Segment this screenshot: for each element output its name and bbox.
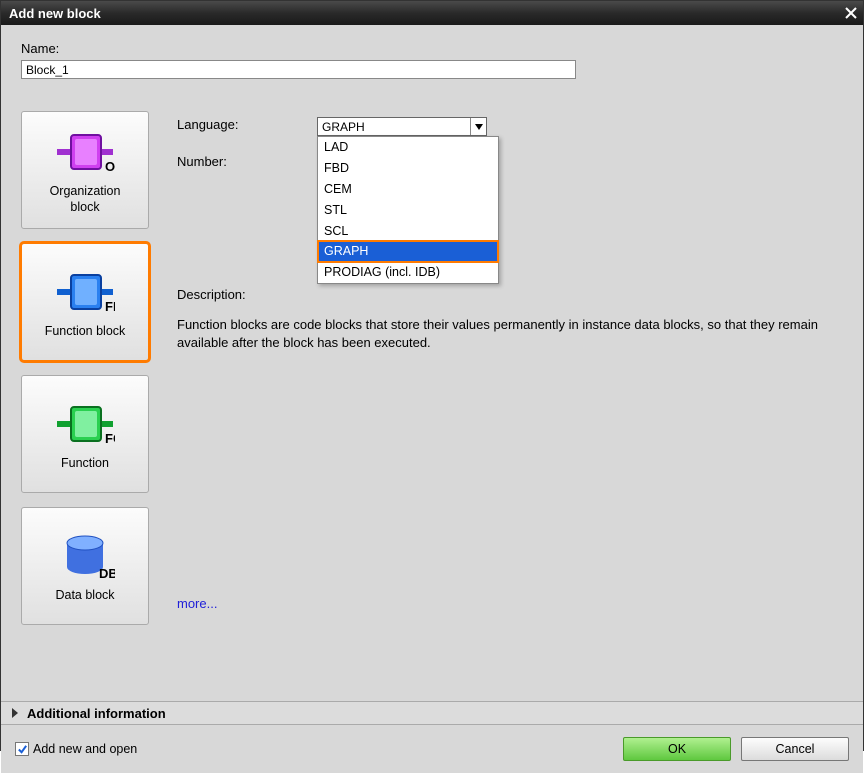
language-option-scl[interactable]: SCL <box>318 221 498 242</box>
block-type-label: Function block <box>41 324 130 340</box>
language-option-prodiag[interactable]: PRODIAG (incl. IDB) <box>318 262 498 283</box>
window-title: Add new block <box>9 6 101 21</box>
additional-info-label: Additional information <box>27 706 166 721</box>
language-option-cem[interactable]: CEM <box>318 179 498 200</box>
fc-icon: FC <box>55 401 115 447</box>
close-icon <box>844 6 858 20</box>
block-type-function-block[interactable]: FB Function block <box>21 243 149 361</box>
cancel-button[interactable]: Cancel <box>741 737 849 761</box>
add-open-wrap: Add new and open <box>15 742 137 756</box>
name-input[interactable] <box>21 60 576 79</box>
additional-info-bar[interactable]: Additional information <box>1 701 863 725</box>
block-type-organization[interactable]: OB Organization block <box>21 111 149 229</box>
content-area: Name: OB Organization block <box>1 25 863 701</box>
right-panel: Language: GRAPH LAD FBD CEM STL SCL GRAP… <box>177 111 849 625</box>
language-option-fbd[interactable]: FBD <box>318 158 498 179</box>
chevron-right-icon[interactable] <box>3 707 27 719</box>
button-row: OK Cancel <box>623 737 849 761</box>
svg-text:FC: FC <box>105 431 115 446</box>
language-row: Language: GRAPH LAD FBD CEM STL SCL GRAP… <box>177 117 849 136</box>
number-row: Number: <box>177 154 849 169</box>
description-text: Function blocks are code blocks that sto… <box>177 316 837 352</box>
number-label: Number: <box>177 154 317 169</box>
add-open-checkbox[interactable] <box>15 742 29 756</box>
language-label: Language: <box>177 117 317 136</box>
ok-button[interactable]: OK <box>623 737 731 761</box>
description-label: Description: <box>177 287 849 302</box>
language-dropdown: LAD FBD CEM STL SCL GRAPH PRODIAG (incl.… <box>317 136 499 284</box>
language-value: GRAPH <box>322 120 365 134</box>
language-option-graph[interactable]: GRAPH <box>318 241 498 262</box>
db-icon: DB <box>55 531 115 581</box>
close-button[interactable] <box>839 1 863 25</box>
svg-text:FB: FB <box>105 299 115 314</box>
chevron-down-icon <box>470 118 486 135</box>
svg-text:OB: OB <box>105 159 115 174</box>
block-type-label: Organization block <box>46 184 125 215</box>
language-option-lad[interactable]: LAD <box>318 137 498 158</box>
block-type-function[interactable]: FC Function <box>21 375 149 493</box>
footer: Add new and open OK Cancel <box>1 725 863 773</box>
language-option-stl[interactable]: STL <box>318 200 498 221</box>
add-open-label: Add new and open <box>33 742 137 756</box>
block-type-data-block[interactable]: DB Data block <box>21 507 149 625</box>
title-bar: Add new block <box>1 1 863 25</box>
check-icon <box>17 744 28 755</box>
fb-icon: FB <box>55 269 115 315</box>
name-label: Name: <box>21 41 849 56</box>
main-row: OB Organization block FB Function block <box>15 111 849 625</box>
svg-text:DB: DB <box>99 566 115 581</box>
block-type-label: Function <box>57 456 113 472</box>
ob-icon: OB <box>55 129 115 175</box>
block-type-list: OB Organization block FB Function block <box>21 111 149 625</box>
language-combo[interactable]: GRAPH <box>317 117 487 136</box>
more-link[interactable]: more... <box>177 596 217 611</box>
block-type-label: Data block <box>51 588 118 604</box>
